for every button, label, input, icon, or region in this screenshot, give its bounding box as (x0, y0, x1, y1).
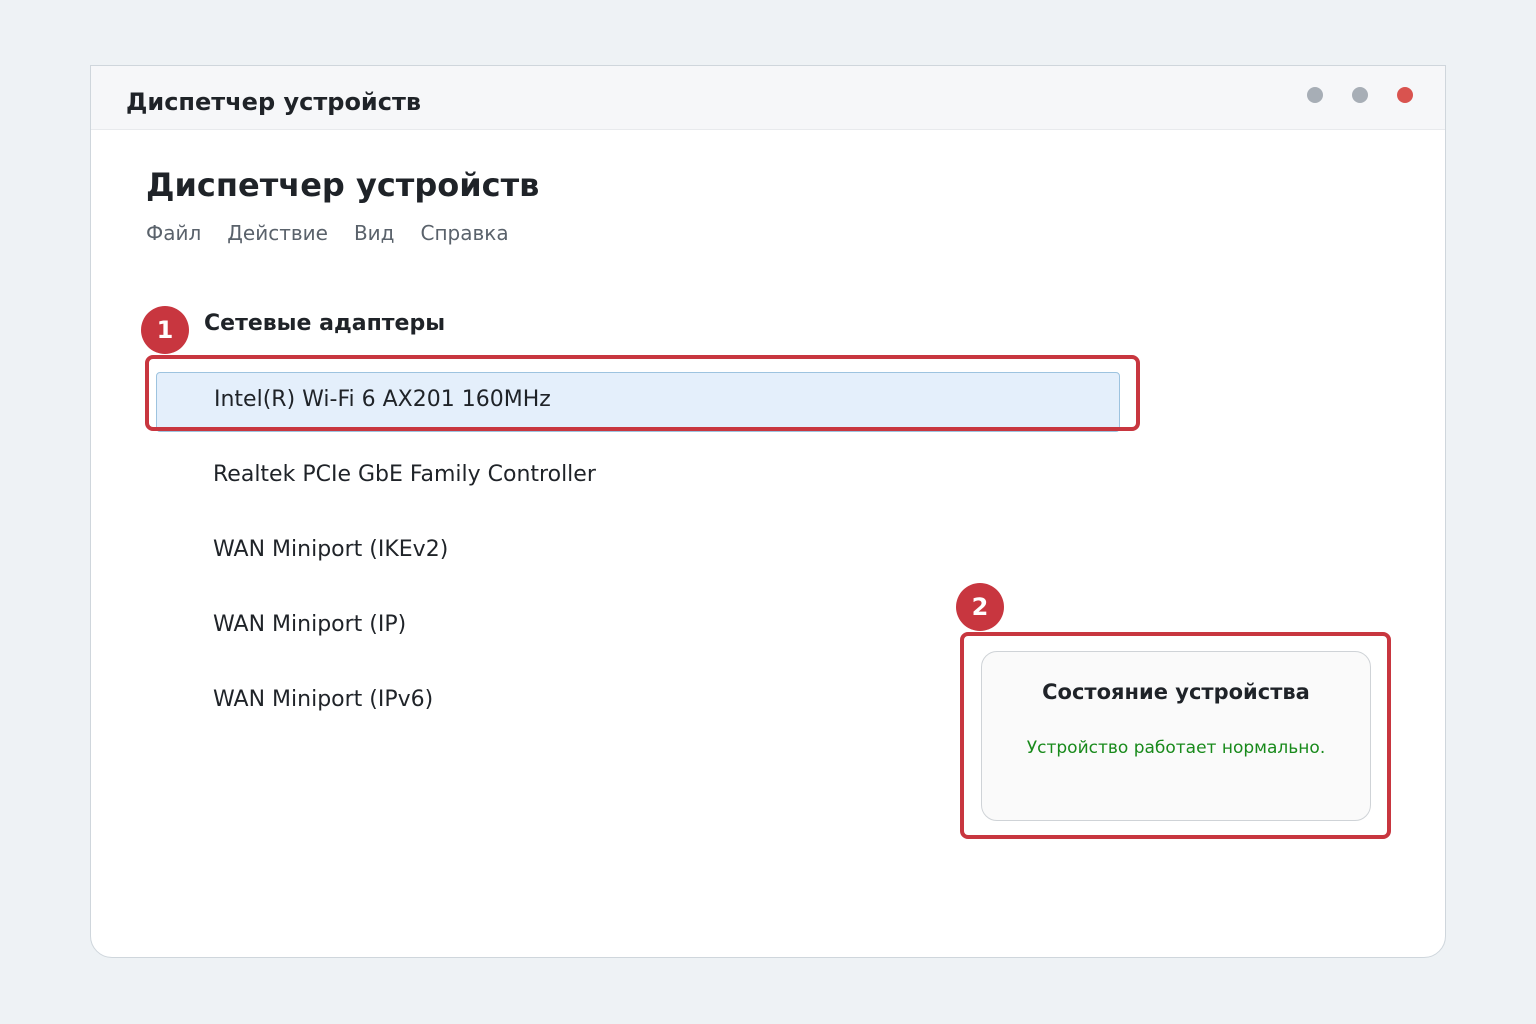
device-row-intel-wifi[interactable]: Intel(R) Wi-Fi 6 AX201 160MHz (156, 372, 1120, 432)
menu-action[interactable]: Действие (227, 221, 328, 245)
title-bar: Диспетчер устройств (91, 66, 1445, 130)
window-title: Диспетчер устройств (126, 88, 422, 116)
device-label: WAN Miniport (IPv6) (213, 687, 434, 712)
status-text: Устройство работает нормально. (1026, 738, 1326, 758)
device-status-panel: Состояние устройства Устройство работает… (981, 651, 1371, 821)
device-row-wan-ipv6[interactable]: WAN Miniport (IPv6) (156, 672, 1120, 732)
category-network-adapters[interactable]: Сетевые адаптеры (204, 311, 445, 336)
status-title: Состояние устройства (1042, 680, 1310, 704)
menu-view[interactable]: Вид (354, 221, 395, 245)
menu-file[interactable]: Файл (146, 221, 201, 245)
device-label: Realtek PCIe GbE Family Controller (213, 462, 596, 487)
menu-help[interactable]: Справка (420, 221, 508, 245)
device-row-wan-ip[interactable]: WAN Miniport (IP) (156, 597, 1120, 657)
device-row-wan-ikev2[interactable]: WAN Miniport (IKEv2) (156, 522, 1120, 582)
device-row-realtek[interactable]: Realtek PCIe GbE Family Controller (156, 447, 1120, 507)
device-label: WAN Miniport (IKEv2) (213, 537, 449, 562)
device-label: Intel(R) Wi-Fi 6 AX201 160MHz (214, 387, 551, 412)
page-title: Диспетчер устройств (146, 166, 540, 204)
device-label: WAN Miniport (IP) (213, 612, 407, 637)
device-manager-window: Диспетчер устройств Диспетчер устройств … (90, 65, 1446, 958)
menu-bar: Файл Действие Вид Справка (146, 221, 509, 245)
minimize-icon[interactable] (1307, 87, 1323, 103)
maximize-icon[interactable] (1352, 87, 1368, 103)
close-icon[interactable] (1397, 87, 1413, 103)
